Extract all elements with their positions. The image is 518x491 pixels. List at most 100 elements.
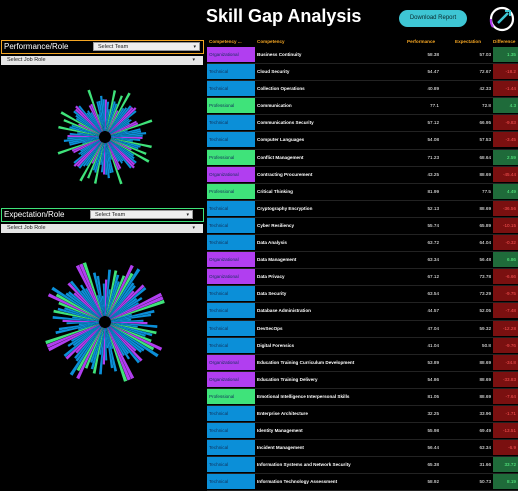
cell-competency: DevSecOps — [257, 325, 283, 331]
table-row[interactable]: Organizational Education Training Curricu… — [207, 354, 518, 372]
cell-type: Technical — [207, 440, 255, 456]
cell-expectation: 68.64 — [479, 154, 492, 160]
cell-performance: 57.12 — [427, 120, 440, 126]
expectation-team-select[interactable]: Select Team ▾ — [90, 210, 193, 219]
cell-type: Technical — [207, 81, 255, 97]
table-row[interactable]: Technical Information Systems and Network… — [207, 457, 518, 475]
cell-type: Organizational — [207, 371, 255, 387]
cell-expectation: 50.8 — [482, 342, 491, 348]
table-row[interactable]: Organizational Business Continuity 58.38 57… — [207, 47, 518, 65]
cell-type: Organizational — [207, 354, 255, 370]
chevron-down-icon: ▾ — [186, 212, 189, 218]
cell-competency: Data Privacy — [257, 274, 285, 280]
cell-type: Professional — [207, 183, 255, 199]
table-row[interactable]: Technical Cryptography Encryption 52.13 88.… — [207, 200, 518, 218]
cell-competency: Data Analysis — [257, 240, 287, 246]
logo-icon — [489, 6, 515, 32]
table-row[interactable]: Professional Communication 77.1 72.8 4.3 — [207, 98, 518, 116]
col-header-competency[interactable]: Competency — [257, 39, 285, 44]
table-row[interactable]: Professional Conflict Management 71.23 68.6… — [207, 149, 518, 167]
table-row[interactable]: Technical Identity Management 55.98 69.49 -1… — [207, 423, 518, 441]
cell-type: Technical — [207, 423, 255, 439]
job-select-value: Select Job Role — [7, 57, 46, 63]
table-row[interactable]: Technical Enterprise Architecture 32.25 33.… — [207, 405, 518, 424]
cell-type: Professional — [207, 388, 255, 404]
table-row[interactable]: Technical Incident Management 56.44 63.34 -6… — [207, 440, 518, 458]
table-row[interactable]: Technical Communications Security 57.12 66.… — [207, 115, 518, 133]
cell-difference: -45.44 — [493, 166, 518, 182]
performance-radial-chart — [57, 89, 153, 185]
table-row[interactable]: Technical Collection Operations 40.89 42.33… — [207, 81, 518, 99]
table-row[interactable]: Professional Critical Thinking 81.99 77.5 4.… — [207, 183, 518, 201]
cell-type: Technical — [207, 303, 255, 319]
table-row[interactable]: Technical Computer Languages 54.08 57.53 -3.… — [207, 132, 518, 150]
cell-performance: 54.86 — [427, 376, 440, 382]
table-row[interactable]: Technical DevSecOps 47.04 59.32 -12.28 — [207, 320, 518, 338]
cell-difference: -6.9 — [493, 440, 518, 456]
table-row[interactable]: Organizational Data Privacy 67.12 73.78 -6.6… — [207, 269, 518, 287]
cell-competency: Contracting Procurement — [257, 171, 313, 177]
cell-performance: 63.72 — [427, 240, 440, 246]
cell-difference: -7.48 — [493, 303, 518, 319]
cell-competency: Enterprise Architecture — [257, 410, 308, 416]
cell-competency: Computer Languages — [257, 137, 305, 143]
performance-team-select[interactable]: Select Team ▾ — [93, 42, 200, 51]
col-header-type[interactable]: Competency ... — [209, 39, 242, 44]
cell-type: Professional — [207, 98, 255, 114]
cell-performance: 55.98 — [427, 428, 440, 434]
cell-difference: -13.51 — [493, 423, 518, 439]
cell-expectation: 64.04 — [479, 240, 492, 246]
cell-expectation: 73.78 — [479, 274, 492, 280]
cell-competency: Critical Thinking — [257, 188, 293, 194]
table-row[interactable]: Technical Database Administration 44.57 52.… — [207, 303, 518, 321]
table-row[interactable]: Technical Data Analysis 63.72 64.04 -0.32 — [207, 235, 518, 253]
table-row[interactable]: Professional Emotional Intelligence Inter… — [207, 388, 518, 406]
cell-difference: -3.45 — [493, 132, 518, 148]
cell-type: Technical — [207, 320, 255, 336]
cell-difference: 6.86 — [493, 252, 518, 268]
cell-expectation: 72.67 — [479, 69, 492, 75]
cell-expectation: 88.69 — [479, 359, 492, 365]
table-row[interactable]: Technical Cyber Resiliency 55.74 65.89 -10.1… — [207, 217, 518, 236]
cell-difference: -0.32 — [493, 235, 518, 251]
cell-competency: Digital Forensics — [257, 342, 295, 348]
download-report-button[interactable]: Download Report — [399, 10, 467, 27]
cell-type: Organizational — [207, 269, 255, 285]
cell-type: Technical — [207, 200, 255, 216]
table-row[interactable]: Technical Data Security 63.54 73.29 -9.75 — [207, 286, 518, 304]
cell-difference: -1.44 — [493, 81, 518, 97]
cell-difference: -12.28 — [493, 320, 518, 336]
cell-performance: 54.47 — [427, 69, 440, 75]
cell-competency: Cyber Resiliency — [257, 222, 295, 228]
table-row[interactable]: Organizational Data Management 63.34 56.48 6… — [207, 252, 518, 270]
competency-table: Competency ... Competency Performance Ex… — [207, 37, 518, 491]
col-header-expectation[interactable]: Expectation — [455, 39, 481, 44]
table-header: Competency ... Competency Performance Ex… — [207, 37, 518, 47]
cell-competency: Conflict Management — [257, 154, 304, 160]
cell-type: Technical — [207, 337, 255, 353]
table-row[interactable]: Technical Digital Forensics 41.04 50.8 -9.76 — [207, 337, 518, 355]
cell-type: Technical — [207, 132, 255, 148]
cell-expectation: 77.5 — [482, 188, 491, 194]
cell-difference: -34.8 — [493, 354, 518, 370]
cell-competency: Emotional Intelligence Interpersonal Ski… — [257, 393, 350, 399]
expectation-job-select[interactable]: Select Job Role ▾ — [1, 224, 203, 233]
col-header-difference[interactable]: Difference — [493, 39, 515, 44]
table-row[interactable]: Technical Cloud Security 54.47 72.67 -18.2 — [207, 64, 518, 82]
expectation-radial-chart — [45, 262, 165, 382]
cell-difference: -9.76 — [493, 337, 518, 353]
cell-difference: -7.64 — [493, 388, 518, 404]
cell-competency: Information Technology Assessment — [257, 479, 338, 485]
table-row[interactable]: Technical Information Technology Assessme… — [207, 474, 518, 491]
cell-expectation: 66.95 — [479, 120, 492, 126]
performance-job-select[interactable]: Select Job Role ▾ — [1, 56, 203, 65]
cell-competency: Communications Security — [257, 120, 314, 126]
cell-competency: Cryptography Encryption — [257, 205, 313, 211]
cell-type: Technical — [207, 286, 255, 302]
cell-competency: Cloud Security — [257, 69, 290, 75]
cell-expectation: 72.8 — [482, 103, 491, 109]
team-select-value: Select Team — [98, 44, 129, 50]
col-header-performance[interactable]: Performance — [407, 39, 435, 44]
table-row[interactable]: Organizational Education Training Deliver… — [207, 371, 518, 389]
table-row[interactable]: Organizational Contracting Procurement 43.… — [207, 166, 518, 184]
